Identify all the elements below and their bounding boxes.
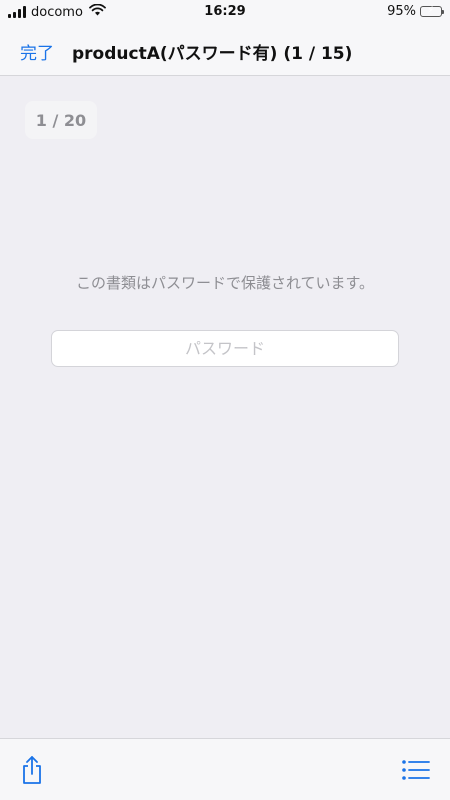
password-input[interactable] bbox=[51, 330, 399, 367]
page-indicator: 1 / 20 bbox=[25, 101, 97, 139]
battery-charging-icon: ⚡ bbox=[420, 5, 444, 17]
bolt-icon: ⚡ bbox=[427, 5, 435, 16]
battery-percent: 95% bbox=[387, 4, 416, 19]
status-right: 95% ⚡ bbox=[387, 4, 444, 19]
nav-bar: 完了 productA(パスワード有) (1 / 15) bbox=[0, 26, 450, 76]
bottom-toolbar bbox=[0, 738, 450, 800]
pdf-viewer-screen: docomo 16:29 95% ⚡ 完了 productA(パスワード有) (… bbox=[0, 0, 450, 800]
list-icon[interactable] bbox=[402, 760, 430, 784]
done-button[interactable]: 完了 bbox=[20, 39, 54, 64]
document-title: productA(パスワード有) (1 / 15) bbox=[72, 44, 353, 64]
status-bar: docomo 16:29 95% ⚡ bbox=[0, 0, 450, 26]
password-protected-message: この書類はパスワードで保護されています。 bbox=[75, 274, 375, 292]
share-icon[interactable] bbox=[20, 755, 44, 789]
status-time: 16:29 bbox=[204, 4, 246, 19]
